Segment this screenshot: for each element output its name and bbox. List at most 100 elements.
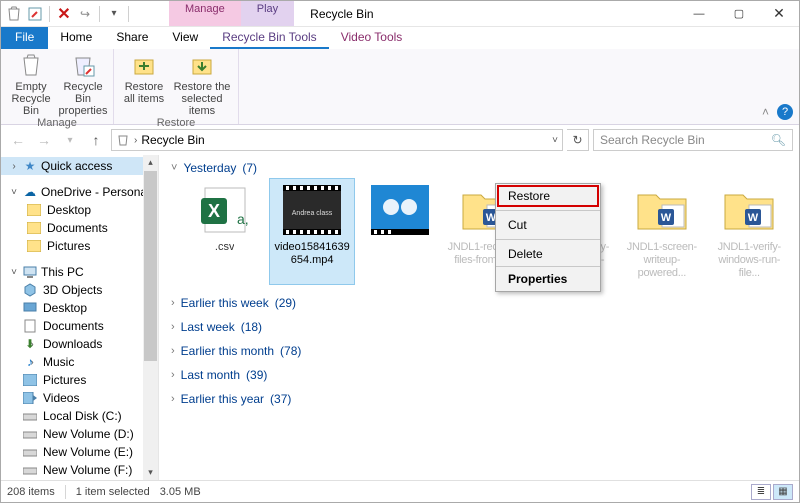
group-label: Last week — [181, 320, 235, 334]
drive-icon — [23, 463, 37, 477]
ctx-restore[interactable]: Restore — [496, 184, 600, 208]
nav-volume-e[interactable]: ›New Volume (E:) — [1, 443, 158, 461]
body: › ★ Quick access ˅ ☁ OneDrive - Personal… — [1, 155, 799, 480]
ctx-properties[interactable]: Properties — [496, 266, 600, 291]
up-button[interactable]: ↑ — [85, 129, 107, 151]
item-folder-word3[interactable]: W JNDL1-screen-writeup-powered... — [620, 179, 703, 284]
group-last-week[interactable]: ›Last week (18) — [159, 314, 799, 338]
items-row: Xa, .csv Andrea class video15841639654.m… — [159, 179, 799, 290]
video-thumbnail — [368, 183, 432, 237]
tab-file[interactable]: File — [1, 27, 48, 49]
item-video2[interactable] — [358, 179, 441, 284]
nav-onedrive[interactable]: ˅ ☁ OneDrive - Personal — [1, 183, 158, 201]
group-count: (78) — [280, 344, 301, 358]
label: Documents — [43, 319, 104, 333]
ctx-cut[interactable]: Cut — [496, 213, 600, 237]
folder-word-icon: W — [630, 183, 694, 237]
group-earlier-this-month[interactable]: ›Earlier this month (78) — [159, 338, 799, 362]
back-button[interactable]: ← — [7, 129, 29, 151]
nav-music[interactable]: ›♪Music — [1, 353, 158, 371]
group-count: (29) — [275, 296, 296, 310]
tab-view[interactable]: View — [160, 27, 210, 49]
group-yesterday[interactable]: ˅ Yesterday (7) — [159, 155, 799, 179]
search-input[interactable]: Search Recycle Bin 🔍︎ — [593, 129, 793, 151]
nav-this-pc[interactable]: ˅ This PC — [1, 263, 158, 281]
restore-selected-icon — [188, 51, 216, 79]
details-view-button[interactable]: ≣ — [751, 484, 771, 500]
restore-selected-button[interactable]: Restore the selected items — [172, 51, 232, 117]
item-csv[interactable]: Xa, .csv — [183, 179, 266, 284]
nav-3d-objects[interactable]: ›3D Objects — [1, 281, 158, 299]
nav-pictures2[interactable]: ›Pictures — [1, 371, 158, 389]
tab-share[interactable]: Share — [104, 27, 160, 49]
breadcrumb[interactable]: › Recycle Bin ˅ — [111, 129, 563, 151]
nav-scrollbar[interactable]: ▴ ▾ — [143, 155, 158, 480]
refresh-button[interactable]: ↻ — [567, 129, 589, 151]
nav-videos[interactable]: ›Videos — [1, 389, 158, 407]
undo-icon[interactable]: ↪ — [76, 5, 94, 23]
empty-recycle-bin-button[interactable]: Empty Recycle Bin — [7, 51, 55, 117]
tab-home[interactable]: Home — [48, 27, 104, 49]
item-folder-word4[interactable]: W JNDL1-verify-windows-run-file... — [708, 179, 791, 284]
nav-desktop[interactable]: Desktop — [1, 201, 158, 219]
nav-desktop2[interactable]: ›Desktop — [1, 299, 158, 317]
recycle-bin-properties-button[interactable]: Recycle Bin properties — [59, 51, 107, 117]
group-earlier-this-year[interactable]: ›Earlier this year (37) — [159, 386, 799, 410]
ctx-delete[interactable]: Delete — [496, 242, 600, 266]
navigation-pane[interactable]: › ★ Quick access ˅ ☁ OneDrive - Personal… — [1, 155, 159, 480]
group-earlier-this-week[interactable]: ›Earlier this week (29) — [159, 290, 799, 314]
close-button[interactable]: ✕ — [759, 1, 799, 26]
folder-icon — [27, 221, 41, 235]
properties-icon[interactable] — [26, 5, 44, 23]
excel-icon: Xa, — [193, 183, 257, 237]
forward-button[interactable]: → — [33, 129, 55, 151]
nav-pictures[interactable]: Pictures — [1, 237, 158, 255]
ctx-tab-play[interactable]: Play — [241, 1, 294, 26]
item-label: video15841639654.mp4 — [272, 241, 351, 267]
tab-video-tools[interactable]: Video Tools — [329, 27, 415, 49]
chevron-right-icon: › — [171, 393, 175, 405]
nav-volume-f[interactable]: ›New Volume (F:) — [1, 461, 158, 479]
download-icon: ⬇ — [23, 337, 37, 351]
ribbon-group-restore: Restore all items Restore the selected i… — [114, 49, 239, 124]
collapse-ribbon-icon[interactable]: ˄ — [762, 105, 769, 119]
label: Pictures — [47, 239, 90, 253]
chevron-right-icon[interactable]: › — [134, 135, 137, 146]
nav-sd-card[interactable]: ›SD Card (G:) — [1, 479, 158, 480]
nav-documents[interactable]: Documents — [1, 219, 158, 237]
delete-icon[interactable]: ✕ — [55, 5, 73, 23]
nav-downloads[interactable]: ›⬇Downloads — [1, 335, 158, 353]
scroll-thumb[interactable] — [144, 171, 157, 361]
ctx-tab-manage[interactable]: Manage — [169, 1, 241, 26]
menu-dropdown-icon[interactable]: ▾ — [105, 5, 123, 23]
separator — [65, 485, 66, 499]
group-last-month[interactable]: ›Last month (39) — [159, 362, 799, 386]
nav-local-disk-c[interactable]: ›Local Disk (C:) — [1, 407, 158, 425]
minimize-button[interactable]: — — [679, 1, 719, 26]
recent-dropdown[interactable]: ▾ — [59, 129, 81, 151]
group-count: (7) — [242, 161, 257, 175]
nav-documents2[interactable]: ›Documents — [1, 317, 158, 335]
nav-quick-access[interactable]: › ★ Quick access — [1, 157, 158, 175]
drive-icon — [23, 409, 37, 423]
search-placeholder: Search Recycle Bin — [600, 133, 705, 147]
chevron-right-icon: › — [171, 369, 175, 381]
item-video-selected[interactable]: Andrea class video15841639654.mp4 — [270, 179, 353, 284]
content-pane[interactable]: ˅ Yesterday (7) Xa, .csv Andrea class vi… — [159, 155, 799, 480]
breadcrumb-location[interactable]: Recycle Bin — [141, 133, 204, 147]
group-count: (18) — [241, 320, 262, 334]
chevron-down-icon[interactable]: ˅ — [552, 135, 558, 146]
group-label: Manage — [7, 117, 107, 131]
scroll-up-icon[interactable]: ▴ — [143, 155, 158, 170]
tab-recycle-bin-tools[interactable]: Recycle Bin Tools — [210, 27, 329, 49]
maximize-button[interactable]: ▢ — [719, 1, 759, 26]
drive-icon — [23, 427, 37, 441]
scroll-down-icon[interactable]: ▾ — [143, 465, 158, 480]
icons-view-button[interactable]: ▦ — [773, 484, 793, 500]
explorer-window: ✕ ↪ ▾ Manage Play Recycle Bin — ▢ ✕ File… — [0, 0, 800, 503]
nav-volume-d[interactable]: ›New Volume (D:) — [1, 425, 158, 443]
help-icon[interactable]: ? — [777, 104, 793, 120]
group-count: (37) — [270, 392, 291, 406]
restore-all-button[interactable]: Restore all items — [120, 51, 168, 117]
label: Recycle Bin properties — [59, 81, 108, 117]
